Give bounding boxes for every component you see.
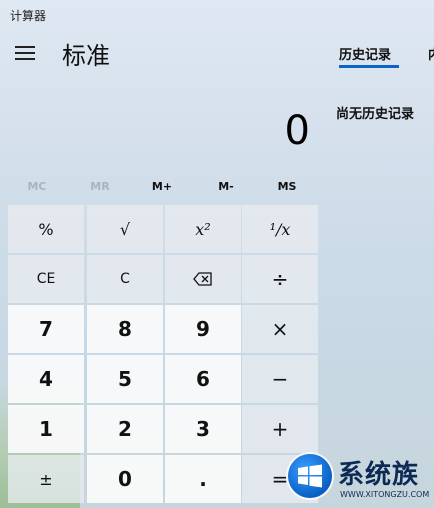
- clear-entry-button[interactable]: CE: [8, 255, 84, 303]
- backspace-button[interactable]: [165, 255, 241, 303]
- tab-history[interactable]: 历史记录: [339, 44, 391, 63]
- memory-add-button[interactable]: M+: [137, 180, 187, 193]
- digit-6-button[interactable]: 6: [165, 355, 241, 403]
- digit-4-button[interactable]: 4: [8, 355, 84, 403]
- add-button[interactable]: +: [242, 405, 318, 453]
- app-title: 计算器: [10, 9, 47, 23]
- memory-row: MC MR M+ M- MS: [0, 176, 320, 200]
- hamburger-menu-icon: [15, 46, 35, 48]
- history-empty-message: 尚无历史记录: [336, 107, 415, 122]
- digit-2-button[interactable]: 2: [87, 405, 163, 453]
- digit-9-button[interactable]: 9: [165, 305, 241, 353]
- memory-store-button[interactable]: MS: [262, 180, 312, 193]
- square-root-button[interactable]: √: [87, 205, 163, 253]
- watermark-name: 系统族: [338, 460, 420, 490]
- digit-8-button[interactable]: 8: [87, 305, 163, 353]
- result-display: 0: [284, 108, 310, 154]
- divide-button[interactable]: ÷: [242, 255, 318, 303]
- digit-5-button[interactable]: 5: [87, 355, 163, 403]
- mode-title: 标准: [62, 42, 110, 70]
- negate-button[interactable]: ±: [8, 455, 84, 503]
- title-bar: 计算器: [0, 0, 434, 28]
- memory-clear-button[interactable]: MC: [12, 180, 62, 193]
- keypad: % √ x² ¹/x CE C ÷ 7 8 9 × 4 5 6 − 1 2 3 …: [6, 205, 320, 508]
- reciprocal-button[interactable]: ¹/x: [242, 205, 318, 253]
- clear-button[interactable]: C: [87, 255, 163, 303]
- history-tab-indicator: [339, 65, 399, 68]
- decimal-button[interactable]: .: [165, 455, 241, 503]
- backspace-icon: [193, 272, 212, 286]
- digit-1-button[interactable]: 1: [8, 405, 84, 453]
- digit-3-button[interactable]: 3: [165, 405, 241, 453]
- watermark-url: WWW.XITONGZU.COM: [340, 490, 430, 499]
- square-button[interactable]: x²: [165, 205, 241, 253]
- hamburger-menu-button[interactable]: [10, 40, 40, 66]
- multiply-button[interactable]: ×: [242, 305, 318, 353]
- percent-button[interactable]: %: [8, 205, 84, 253]
- memory-recall-button[interactable]: MR: [75, 180, 125, 193]
- subtract-button[interactable]: −: [242, 355, 318, 403]
- tab-memory[interactable]: 内存: [428, 44, 434, 63]
- digit-7-button[interactable]: 7: [8, 305, 84, 353]
- windows-logo-icon: [288, 454, 332, 498]
- watermark: 系统族 WWW.XITONGZU.COM: [286, 452, 434, 508]
- memory-subtract-button[interactable]: M-: [201, 180, 251, 193]
- digit-0-button[interactable]: 0: [87, 455, 163, 503]
